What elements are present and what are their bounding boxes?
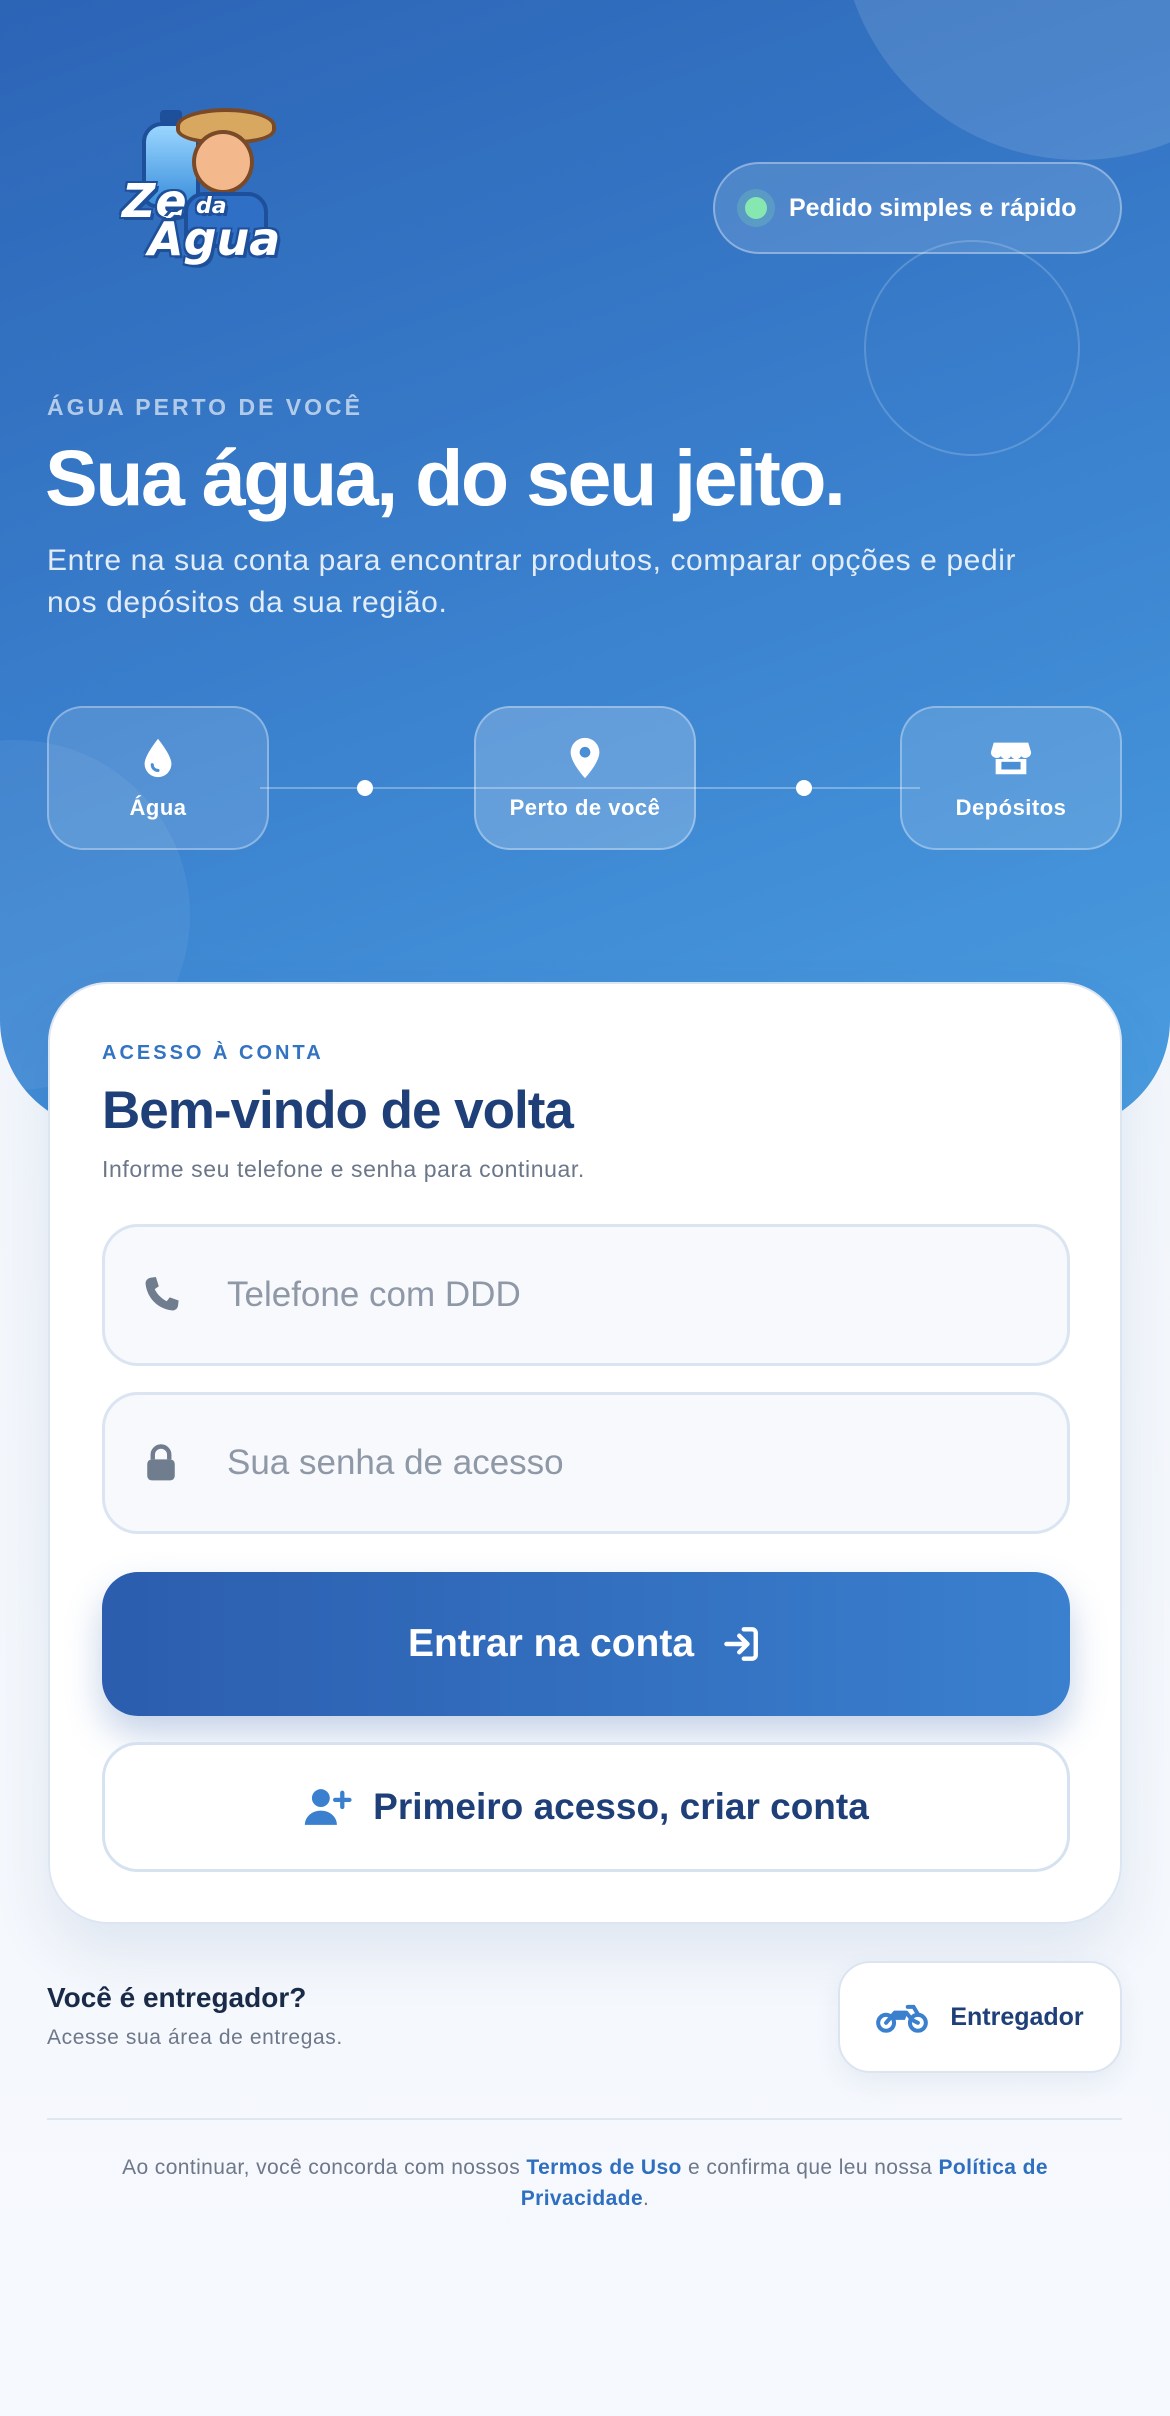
password-input[interactable] [227, 1443, 1067, 1483]
courier-button[interactable]: Entregador [838, 1961, 1122, 2073]
divider [47, 2118, 1122, 2120]
status-pill-label: Pedido simples e rápido [789, 193, 1077, 222]
login-eyebrow: ACESSO À CONTA [102, 1042, 324, 1064]
legal-notice: Ao continuar, você concorda com nossos T… [122, 2156, 1048, 2210]
connector-dot [796, 780, 812, 796]
decorative-ring [864, 240, 1080, 456]
courier-subtitle: Acesse sua área de entregas. [47, 2026, 343, 2049]
terms-link[interactable]: Termos de Uso [526, 2156, 681, 2179]
feature-depositos: Depósitos [900, 706, 1122, 850]
hero-eyebrow: ÁGUA PERTO DE VOCÊ [47, 394, 363, 420]
login-card: ACESSO À CONTA Bem-vindo de volta Inform… [48, 982, 1122, 1924]
feature-label: Água [129, 795, 187, 820]
status-pill: Pedido simples e rápido [713, 162, 1122, 254]
courier-button-label: Entregador [950, 2002, 1084, 2031]
password-field[interactable] [102, 1392, 1070, 1534]
map-pin-icon [570, 737, 600, 779]
login-arrow-icon [724, 1627, 758, 1661]
courier-title: Você é entregador? [47, 1982, 307, 2013]
motorcycle-icon [876, 2004, 929, 2033]
phone-icon [145, 1277, 179, 1311]
phone-input[interactable] [227, 1275, 1067, 1315]
feature-agua: Água [47, 706, 269, 850]
store-icon [990, 742, 1032, 775]
login-button-label: Entrar na conta [407, 1622, 695, 1665]
add-user-icon [304, 1789, 352, 1825]
decorative-circle [840, 0, 1170, 160]
status-dot-icon [745, 197, 767, 219]
create-account-button[interactable]: Primeiro acesso, criar conta [102, 1742, 1070, 1872]
feature-label: Perto de você [509, 795, 661, 820]
connector-dot [357, 780, 373, 796]
hero-subtitle: Entre na sua conta para encontrar produt… [47, 544, 1017, 619]
feature-label: Depósitos [955, 795, 1067, 820]
feature-perto: Perto de você [474, 706, 696, 850]
hero-section: Ze da Água Pedido simples e rápido ÁGUA … [0, 0, 1170, 1130]
ze-da-agua-logo: Ze da Água [118, 100, 298, 280]
login-subtitle: Informe seu telefone e senha para contin… [102, 1156, 585, 1182]
phone-field[interactable] [102, 1224, 1070, 1366]
login-title: Bem-vindo de volta [102, 1081, 574, 1140]
lock-icon [147, 1444, 175, 1481]
hero-title: Sua água, do seu jeito. [45, 433, 846, 522]
create-account-label: Primeiro acesso, criar conta [373, 1786, 869, 1827]
login-button[interactable]: Entrar na conta [102, 1572, 1070, 1716]
water-drop-icon [144, 738, 172, 778]
